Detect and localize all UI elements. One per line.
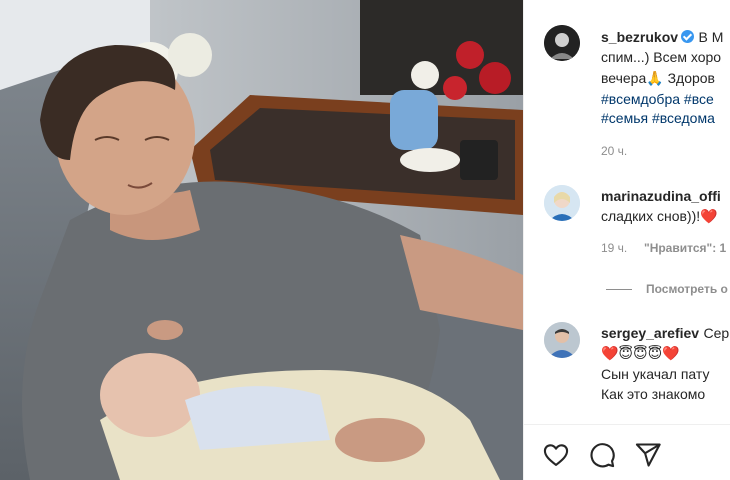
author-avatar[interactable] [544, 25, 580, 61]
comment-text: сладких снов))!❤️ [601, 208, 718, 224]
comment-avatar[interactable] [544, 185, 580, 221]
comment-time[interactable]: 19 ч. [601, 241, 627, 255]
caption-first-line: s_bezrukov В М [601, 29, 723, 47]
post-photo[interactable] [0, 0, 523, 480]
share-icon[interactable] [634, 441, 662, 469]
comment-icon[interactable] [588, 441, 616, 469]
post-time[interactable]: 20 ч. [601, 144, 627, 158]
comment-username[interactable]: marinazudina_offi [601, 188, 721, 204]
caption-hashtags-2[interactable]: #семья #вседома [601, 110, 715, 126]
caption-text-1: В М [698, 29, 724, 45]
view-replies-line [606, 289, 632, 290]
author-avatar-image [544, 25, 580, 61]
post-actions-bar [524, 424, 730, 480]
comment-first-line: sergey_arefiev Сер [601, 325, 729, 343]
author-username[interactable]: s_bezrukov [601, 29, 678, 45]
comment-avatar[interactable] [544, 322, 580, 358]
view-replies-link[interactable]: Посмотреть о [646, 282, 728, 296]
caption-text-3: вечера🙏 Здоров [601, 70, 715, 86]
caption-hashtags-1[interactable]: #всемдобра #все [601, 91, 714, 107]
heart-icon[interactable] [542, 441, 570, 469]
comment-text-3: Как это знакомо [601, 386, 706, 402]
comment-likes[interactable]: "Нравится": 1 [644, 241, 726, 255]
comment-emoji: ❤️😇😇😇❤️ [601, 345, 680, 361]
comment-avatar-image [544, 185, 580, 221]
verified-badge-icon [681, 30, 695, 43]
comment-username[interactable]: sergey_arefiev [601, 325, 699, 341]
post-side-panel: s_bezrukov В М спим...) Всем хоро вечера… [523, 0, 730, 480]
comment-avatar-image [544, 322, 580, 358]
caption-text-2: спим...) Всем хоро [601, 49, 722, 65]
post-photo-illustration [0, 0, 523, 480]
comment-text: Сер [703, 325, 730, 341]
comment-text-2: Сын укачал пату [601, 366, 710, 382]
